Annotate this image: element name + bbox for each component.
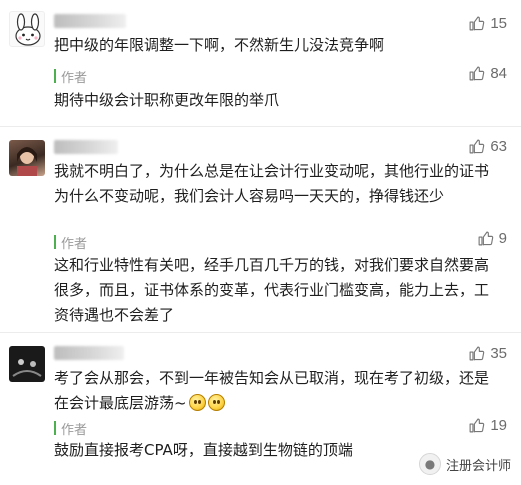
like-count: 84	[490, 65, 507, 82]
avatar[interactable]	[9, 346, 45, 382]
author-label: 作者	[61, 237, 88, 252]
comment-1: 15 把中级的年限调整一下啊，不然新生儿没法竞争啊 作者 84 期待中级会计职称…	[0, 0, 521, 124]
like-button[interactable]: 63	[468, 138, 507, 155]
thumbs-up-icon	[469, 16, 485, 31]
like-count: 19	[490, 417, 507, 434]
wechat-icon: ●	[418, 453, 441, 475]
author-reply-marker	[54, 421, 56, 435]
smile-emoji-icon	[207, 394, 225, 411]
author-label: 作者	[61, 423, 88, 438]
avatar-photo-icon	[12, 359, 42, 377]
avatar-bunny-icon	[15, 13, 41, 46]
like-count: 15	[490, 15, 507, 32]
comment-text: 我就不明白了，为什么总是在让会计行业变动呢，其他行业的证书为什么不变动呢，我们会…	[54, 162, 490, 205]
divider	[0, 332, 521, 333]
commenter-name-blurred	[54, 14, 126, 28]
avatar[interactable]	[9, 11, 45, 47]
thumbs-up-icon	[469, 418, 485, 433]
author-reply-text: 期待中级会计职称更改年限的举爪	[54, 91, 280, 109]
thumbs-up-icon	[469, 346, 485, 361]
thumbs-up-icon	[478, 231, 493, 246]
like-button[interactable]: 15	[468, 15, 507, 32]
comment-text-content: 考了会从那会，不到一年被告知会从已取消，现在考了初级，还是在会计最底层游荡~	[54, 369, 490, 412]
like-count: 63	[490, 138, 507, 155]
commenter-name-blurred	[54, 346, 124, 360]
author-reply-like-button[interactable]: 19	[468, 417, 507, 434]
author-reply-text: 这和行业特性有关吧，经手几百几千万的钱，对我们要求自然要高很多，而且，证书体系的…	[54, 256, 490, 324]
comment-text: 把中级的年限调整一下啊，不然新生儿没法竞争啊	[54, 36, 385, 54]
author-reply-marker	[54, 235, 56, 249]
like-count: 9	[498, 230, 507, 247]
watermark-text: 注册会计师	[445, 458, 511, 474]
author-label: 作者	[61, 71, 88, 86]
watermark: ● 注册会计师	[418, 453, 511, 475]
avatar[interactable]	[9, 140, 45, 176]
like-count: 35	[490, 345, 507, 362]
comment-text: 考了会从那会，不到一年被告知会从已取消，现在考了初级，还是在会计最底层游荡~	[54, 366, 499, 416]
commenter-name-blurred	[54, 140, 118, 154]
thumbs-up-icon	[469, 139, 485, 154]
divider	[0, 126, 521, 127]
avatar-photo-icon	[17, 147, 37, 176]
smile-emoji-icon	[188, 394, 206, 411]
author-reply-like-button[interactable]: 9	[477, 230, 507, 247]
thumbs-up-icon	[469, 66, 485, 81]
author-reply-like-button[interactable]: 84	[468, 65, 507, 82]
like-button[interactable]: 35	[468, 345, 507, 362]
author-reply-marker	[54, 69, 56, 83]
